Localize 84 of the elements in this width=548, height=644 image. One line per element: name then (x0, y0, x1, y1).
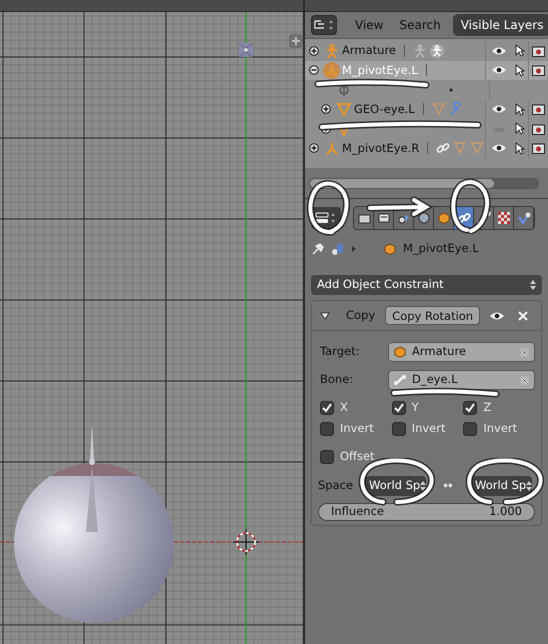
collapse-icon[interactable] (309, 65, 319, 76)
eye-icon[interactable] (491, 142, 507, 154)
checkbox[interactable]: X (320, 398, 392, 418)
field-label: Target: (319, 343, 360, 360)
updown-icon (526, 480, 532, 492)
eye-icon[interactable] (491, 44, 507, 57)
outliner-icon (312, 18, 336, 32)
checkbox[interactable]: Invert (463, 418, 536, 438)
axes-icon (324, 141, 338, 156)
editor-type-button[interactable] (311, 15, 337, 35)
menu-item[interactable]: View (349, 16, 390, 34)
space-dropdown[interactable]: World Sp (470, 476, 532, 496)
influence-slider[interactable]: Influence 1.000 (318, 503, 535, 521)
pointer-icon[interactable] (515, 44, 525, 58)
breadcrumb-label: M_pivotEye.L (403, 240, 479, 258)
pose-icon (413, 44, 427, 58)
outliner-item-label: M_pivotEye.L (342, 62, 418, 79)
swap-arrow: ↔ (442, 477, 454, 494)
cube-icon (383, 242, 397, 256)
checkbox[interactable]: Invert (392, 418, 464, 438)
axes-icon (324, 63, 338, 78)
properties-icon (315, 211, 337, 225)
chevron-icon (351, 245, 357, 253)
menu-item[interactable]: Search (393, 16, 447, 34)
eye-icon[interactable] (491, 103, 507, 116)
triangle-icon (432, 102, 446, 116)
pointer-icon[interactable] (515, 64, 525, 77)
checkbox[interactable]: Z (463, 398, 536, 418)
updown-icon (420, 480, 426, 492)
add-constraint-dropdown[interactable]: Add Object Constraint (311, 275, 542, 295)
checkbox[interactable]: Invert (320, 418, 392, 438)
pointer-icon[interactable] (515, 102, 525, 116)
cube-icon (393, 345, 407, 359)
outliner-row[interactable]: M_pivotEye.L (305, 60, 548, 80)
bone-icon (393, 373, 407, 387)
clear-icon[interactable] (519, 346, 530, 358)
expand-icon[interactable] (309, 46, 319, 56)
add-icon[interactable] (289, 34, 303, 48)
pointer-icon[interactable] (515, 122, 525, 136)
lamp-icon (238, 42, 254, 58)
pin-icon[interactable] (311, 242, 325, 256)
outliner-item-label: GEO-eye.L (354, 100, 415, 118)
checker-icon (496, 211, 510, 225)
field-label: Bone: (319, 371, 354, 388)
expand-icon[interactable] (309, 143, 319, 154)
pointer-icon[interactable] (515, 142, 525, 155)
cube-icon (436, 211, 450, 225)
outliner-item-label: Armature (342, 42, 396, 60)
close-icon[interactable] (517, 310, 530, 322)
triangle-icon (470, 141, 484, 156)
properties-tab[interactable] (514, 207, 534, 229)
checkbox[interactable]: Offset (320, 447, 400, 467)
object-data-icon (331, 242, 345, 256)
circle-annotation (447, 178, 491, 234)
armature-data-icon (430, 44, 444, 58)
triangle-icon (336, 102, 350, 116)
triangle-icon (453, 141, 468, 156)
eye-icon[interactable] (489, 310, 506, 322)
clear-icon[interactable] (519, 374, 530, 386)
armature-icon (324, 44, 338, 58)
scene-icon (396, 211, 410, 225)
globe-icon (416, 211, 430, 225)
properties-tab[interactable] (494, 207, 514, 229)
constraint-type-field: Copy Rotation (385, 306, 480, 325)
eye-icon[interactable] (491, 64, 507, 76)
field-label: Space (318, 477, 354, 494)
wrench-icon (448, 102, 463, 116)
outliner-item-label: M_pivotEye.R (342, 140, 420, 157)
collapse-icon[interactable] (320, 312, 330, 320)
physics-icon (516, 211, 530, 225)
updown-icon (530, 279, 536, 291)
properties-tab[interactable] (354, 207, 374, 229)
arrow-annotation (366, 196, 432, 218)
link-icon (436, 141, 450, 156)
expand-icon[interactable] (321, 104, 331, 114)
link-icon (456, 211, 470, 225)
bone-field[interactable]: D_eye.L (388, 370, 535, 390)
layers-icon (376, 211, 390, 225)
display-mode-dropdown[interactable]: Visible Layers (452, 14, 548, 36)
target-field[interactable]: Armature (388, 342, 535, 362)
cursor-icon (233, 529, 259, 555)
space-dropdown[interactable]: World Sp (364, 476, 426, 496)
constraint-name[interactable]: Copy (346, 306, 376, 324)
checkbox[interactable]: Y (392, 398, 464, 418)
